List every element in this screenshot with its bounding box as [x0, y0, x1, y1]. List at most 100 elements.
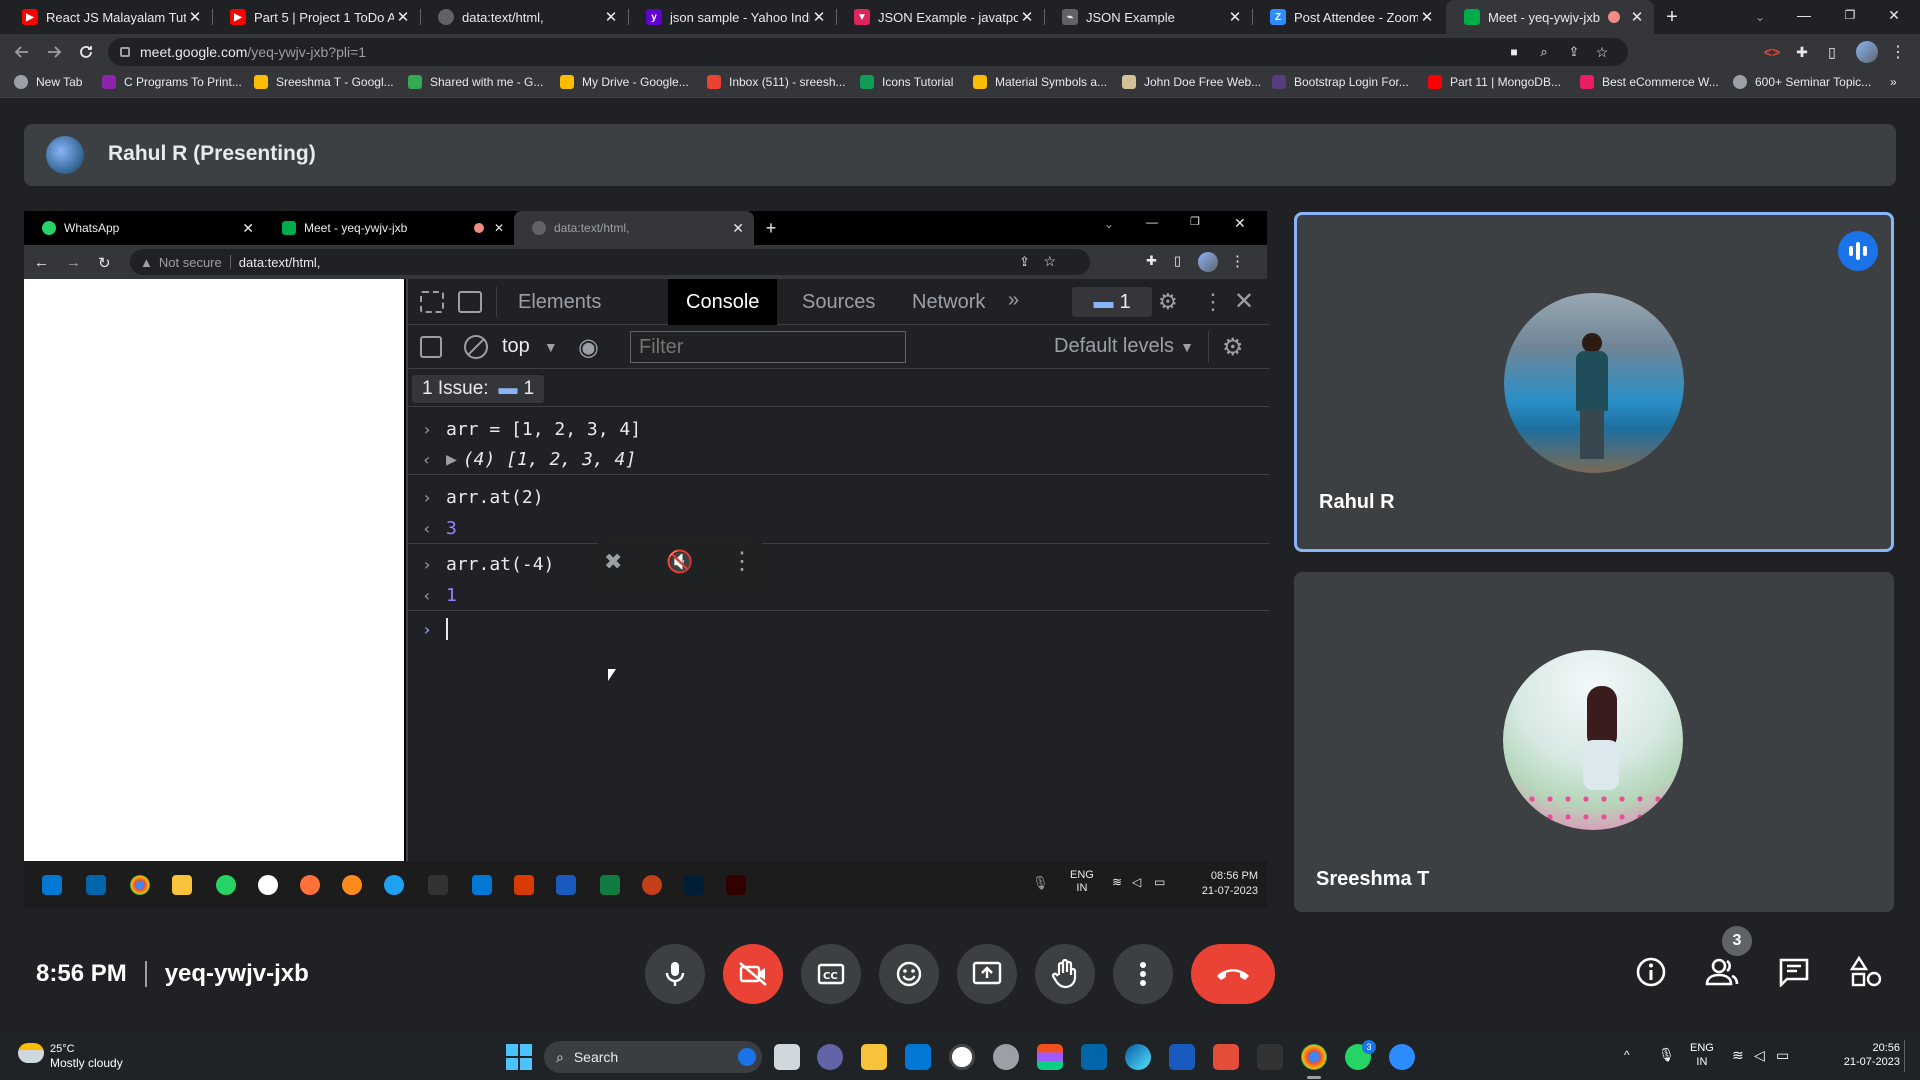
settings-icon[interactable]: ⚙: [1158, 289, 1178, 315]
context-selector[interactable]: top ▼: [502, 335, 558, 358]
task-view-icon[interactable]: [774, 1044, 800, 1070]
side-panel-icon[interactable]: ▯: [1820, 40, 1844, 64]
mute-speaker-icon[interactable]: 🔇: [666, 549, 693, 575]
browser-tab[interactable]: y json sample - Yahoo India ✕: [628, 0, 836, 34]
app-icon[interactable]: [993, 1044, 1019, 1070]
bookmark-item[interactable]: 600+ Seminar Topic...: [1733, 75, 1871, 89]
browser-tab[interactable]: ▼JSON Example - javatpoint✕: [836, 0, 1044, 34]
forward-icon[interactable]: [42, 40, 66, 64]
weather-icon[interactable]: [18, 1043, 44, 1063]
close-window-icon[interactable]: ✕: [1234, 215, 1246, 232]
restore-icon[interactable]: ❐: [1190, 215, 1200, 228]
new-tab-button[interactable]: +: [762, 218, 780, 238]
bookmark-item[interactable]: Shared with me - G...: [408, 75, 543, 89]
extensions-icon[interactable]: ✚: [1146, 253, 1157, 269]
docker-icon[interactable]: [384, 875, 404, 895]
word-icon[interactable]: [1169, 1044, 1195, 1070]
bookmark-item[interactable]: Part 11 | MongoDB...: [1428, 75, 1561, 89]
tab-network[interactable]: Network: [894, 279, 1003, 325]
wifi-icon[interactable]: ≋: [1112, 875, 1122, 889]
reload-icon[interactable]: ↻: [98, 254, 111, 272]
inner-url-bar[interactable]: ▲ Not secure data:text/html, ⇪ ☆: [130, 249, 1090, 275]
windows-start-icon[interactable]: [506, 1044, 532, 1070]
tab-elements[interactable]: Elements: [500, 279, 619, 325]
powerpoint-icon[interactable]: [642, 875, 662, 895]
anydesk-icon[interactable]: [1213, 1044, 1239, 1070]
wifi-icon[interactable]: ≋: [1732, 1047, 1744, 1064]
bookmark-item[interactable]: Best eCommerce W...: [1580, 75, 1719, 89]
more-options-icon[interactable]: ⋮: [730, 547, 754, 576]
more-menu-icon[interactable]: ⋮: [1886, 40, 1910, 64]
terminal-icon[interactable]: [1257, 1044, 1283, 1070]
restore-icon[interactable]: ❐: [1838, 3, 1862, 27]
vscode-icon[interactable]: [1081, 1044, 1107, 1070]
filter-input[interactable]: [630, 331, 906, 363]
bookmark-item[interactable]: My Drive - Google...: [560, 75, 689, 89]
new-tab-button[interactable]: +: [1660, 5, 1684, 29]
figma-icon[interactable]: [1037, 1044, 1063, 1070]
participant-tile-sreeshma[interactable]: Sreeshma T: [1294, 572, 1894, 912]
minimize-icon[interactable]: —: [1146, 215, 1158, 229]
browser-tab[interactable]: ▶ React JS Malayalam Tutori ✕: [4, 0, 212, 34]
zoom-icon[interactable]: [1389, 1044, 1415, 1070]
teams-icon[interactable]: [817, 1044, 843, 1070]
share-icon[interactable]: ⇪: [1564, 42, 1584, 62]
word-icon[interactable]: [556, 875, 576, 895]
present-screen-button[interactable]: [957, 944, 1017, 1004]
tab-search-icon[interactable]: ⌄: [1748, 5, 1772, 29]
volume-icon[interactable]: ◁: [1132, 875, 1141, 889]
more-options-button[interactable]: [1113, 944, 1173, 1004]
bookmarks-overflow-icon[interactable]: »: [1890, 75, 1897, 89]
close-tab-icon[interactable]: ✕: [1226, 8, 1244, 26]
bookmark-star-icon[interactable]: ☆: [1592, 42, 1612, 62]
back-icon[interactable]: ←: [34, 254, 49, 271]
dell-icon[interactable]: [949, 1044, 975, 1070]
microphone-button[interactable]: [645, 944, 705, 1004]
eye-icon[interactable]: ◉: [578, 333, 599, 362]
file-explorer-icon[interactable]: [172, 875, 192, 895]
close-tab-icon[interactable]: ✕: [186, 8, 204, 26]
close-tab-icon[interactable]: ✕: [1628, 8, 1646, 26]
bookmark-item[interactable]: John Doe Free Web...: [1122, 75, 1261, 89]
inner-clock[interactable]: 08:56 PM 21-07-2023: [1188, 869, 1258, 899]
side-panel-icon[interactable]: ▯: [1174, 253, 1181, 269]
issues-button[interactable]: 1 Issue: ▬ 1: [412, 375, 545, 403]
bookmark-item[interactable]: New Tab: [14, 75, 82, 89]
excel-icon[interactable]: [600, 875, 620, 895]
forward-icon[interactable]: →: [66, 254, 81, 271]
search-box[interactable]: ⌕ Search: [544, 1041, 762, 1073]
url-bar[interactable]: meet.google.com/yeq-ywjv-jxb?pli=1 ☆ ⇪ ⌕…: [108, 38, 1628, 66]
issues-badge[interactable]: ▬ 1: [1072, 287, 1152, 317]
reload-icon[interactable]: [74, 40, 98, 64]
console-prompt[interactable]: ›: [408, 613, 1269, 645]
close-tab-icon[interactable]: ✕: [394, 8, 412, 26]
close-tab-icon[interactable]: ✕: [810, 8, 828, 26]
meeting-details-button[interactable]: [1631, 952, 1671, 992]
devtools-extension-icon[interactable]: <>: [1760, 40, 1784, 64]
captions-button[interactable]: CC: [801, 944, 861, 1004]
zoom-icon[interactable]: ⌕: [1534, 42, 1554, 62]
leave-call-button[interactable]: [1191, 944, 1275, 1004]
chrome-icon[interactable]: [1301, 1044, 1327, 1070]
weather-widget[interactable]: 25°C Mostly cloudy: [50, 1042, 123, 1070]
volume-icon[interactable]: ◁: [1754, 1047, 1765, 1064]
photoshop-icon[interactable]: [684, 875, 704, 895]
console-output-line[interactable]: ‹ ▶ (4) [1, 2, 3, 4]: [408, 445, 1269, 475]
postman-icon[interactable]: [342, 875, 362, 895]
activities-button[interactable]: [1846, 952, 1886, 992]
close-tab-icon[interactable]: ✕: [1018, 8, 1036, 26]
bookmark-item[interactable]: Material Symbols a...: [973, 75, 1107, 89]
folder-icon[interactable]: [472, 875, 492, 895]
log-levels-dropdown[interactable]: Default levels ▼: [1054, 335, 1194, 358]
sidebar-toggle-icon[interactable]: [420, 336, 442, 358]
close-window-icon[interactable]: ✕: [1882, 3, 1906, 27]
emoji-reaction-button[interactable]: [879, 944, 939, 1004]
bookmark-item[interactable]: Sreeshma T - Googl...: [254, 75, 394, 89]
bookmark-item[interactable]: Icons Tutorial: [860, 75, 953, 89]
chrome-icon[interactable]: [130, 875, 150, 895]
edge-icon[interactable]: [1125, 1044, 1151, 1070]
show-desktop-button[interactable]: [1904, 1040, 1908, 1072]
unpin-icon[interactable]: ✖: [604, 549, 622, 575]
inspect-element-icon[interactable]: [420, 291, 444, 313]
bookmark-item[interactable]: C Programs To Print...: [102, 75, 242, 89]
